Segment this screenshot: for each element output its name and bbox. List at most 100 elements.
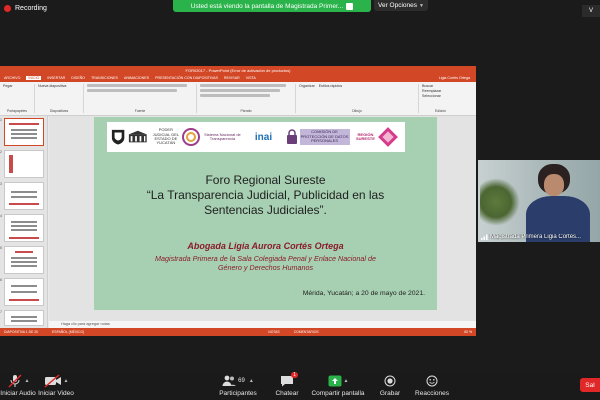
notes-pane[interactable]: Haga clic para agregar notas — [49, 321, 476, 328]
view-button[interactable]: V — [582, 5, 600, 17]
logo-caption: COMISIÓN DE PROTECCIÓN DE DATOS PERSONAL… — [299, 129, 350, 145]
reactions-button[interactable]: Reacciones — [414, 374, 450, 397]
share-screen-icon — [328, 375, 342, 387]
chevron-up-icon[interactable]: ▲ — [344, 378, 349, 384]
thumb-number: 5 — [0, 246, 2, 250]
ppt-tab[interactable]: DISEÑO — [71, 76, 85, 80]
ppt-tab-active[interactable]: INICIO — [26, 76, 42, 80]
ribbon-group-editing: Buscar Reemplazar Seleccionar Edición — [422, 84, 462, 113]
thumb-number: 6 — [0, 278, 2, 282]
ppt-tab[interactable]: INSERTAR — [47, 76, 65, 80]
current-slide[interactable]: PODER JUDICIAL DEL ESTADO DE YUCATÁN Sis… — [94, 117, 437, 310]
logos-banner: PODER JUDICIAL DEL ESTADO DE YUCATÁN Sis… — [107, 122, 405, 152]
video-plant — [480, 178, 520, 226]
ribbon-group-label: Dibujo — [352, 109, 362, 113]
ppt-window-title: FOR02017 - PowerPoint (Error de activaci… — [185, 67, 291, 73]
quick-styles-button[interactable]: Estilos rápidos — [319, 84, 342, 88]
slide-editing-stage: PODER JUDICIAL DEL ESTADO DE YUCATÁN Sis… — [49, 116, 476, 321]
slide-thumbnail[interactable] — [4, 214, 44, 242]
ppt-tab[interactable]: VISTA — [246, 76, 256, 80]
paste-button[interactable]: Pegar — [3, 84, 31, 88]
participant-video[interactable]: Magistrada Primera Ligia Cortés... — [478, 160, 600, 242]
thumb-number: 4 — [0, 214, 2, 218]
reactions-label: Reacciones — [415, 390, 449, 397]
status-slide-count: DIAPOSITIVA 1 DE 20 — [4, 330, 39, 334]
new-slide-button[interactable]: Nueva diapositiva — [38, 84, 80, 88]
screen-share-banner: Usted está viendo la pantalla de Magistr… — [173, 0, 371, 12]
organize-button[interactable]: Organizar — [299, 84, 315, 88]
status-notes-button[interactable]: NOTAS — [268, 330, 279, 334]
record-label: Grabar — [379, 390, 401, 397]
share-banner-text: Usted está viendo la pantalla de Magistr… — [190, 2, 344, 10]
share-banner-icon[interactable] — [346, 2, 354, 10]
status-comments-button[interactable]: COMENTARIOS — [294, 330, 319, 334]
start-video-button[interactable]: ▲ Iniciar Video — [36, 374, 76, 397]
snt-logo: Sistema Nacional de Transparencia — [181, 128, 244, 146]
select-button[interactable]: Seleccionar — [422, 94, 459, 98]
recording-indicator[interactable]: Recording — [4, 5, 47, 12]
region-sureste-logo: REGIÓN SURESTE — [352, 127, 401, 147]
chevron-down-icon: ▼ — [419, 2, 424, 9]
paragraph-controls[interactable] — [200, 84, 292, 97]
ppt-workspace: 1 2 3 4 5 6 7 PODER JUDICIAL DEL ESTADO … — [0, 116, 476, 328]
view-button-label: V — [588, 8, 593, 14]
recording-label: Recording — [15, 5, 47, 12]
participants-icon — [222, 375, 237, 386]
slide-thumbnail[interactable] — [4, 278, 44, 306]
share-screen-button[interactable]: ▲ Compartir pantalla — [310, 374, 366, 397]
ppt-status-bar: DIAPOSITIVA 1 DE 20 ESPAÑOL (MÉXICO) NOT… — [0, 328, 476, 336]
start-audio-button[interactable]: ▲ Iniciar Audio — [0, 374, 36, 397]
chevron-up-icon[interactable]: ▲ — [64, 378, 69, 384]
leave-meeting-label: Sal — [585, 381, 595, 389]
chevron-up-icon[interactable]: ▲ — [25, 378, 30, 384]
view-options-button[interactable]: Ver Opciones ▼ — [374, 0, 428, 11]
reactions-icon — [426, 374, 438, 388]
record-button[interactable]: Grabar — [376, 374, 404, 397]
video-person-face — [544, 174, 564, 196]
font-controls[interactable] — [87, 84, 193, 92]
chat-icon-wrap: 1 — [280, 372, 298, 388]
slide-title-line-1: Foro Regional Sureste — [205, 173, 326, 187]
ppt-tab[interactable]: ANIMACIONES — [124, 76, 149, 80]
slide-thumbnail[interactable] — [4, 310, 44, 326]
ppt-tab[interactable]: TRANSICIONES — [91, 76, 118, 80]
shared-screen: FOR02017 - PowerPoint (Error de activaci… — [0, 66, 476, 336]
participants-button[interactable]: 69 ▲ Participantes — [218, 374, 258, 397]
status-zoom[interactable]: 60 % — [464, 330, 472, 334]
slide-thumbnail[interactable] — [4, 150, 44, 178]
ppt-ribbon: Pegar Portapapeles Nueva diapositiva Dia… — [0, 82, 476, 116]
start-video-label: Iniciar Video — [38, 390, 74, 397]
slide-date: Mérida, Yucatán; a 20 de mayo de 2021. — [302, 290, 425, 297]
ribbon-group-font: Fuente — [87, 84, 197, 113]
slide-thumbnail[interactable] — [4, 182, 44, 210]
leave-meeting-button[interactable]: Sal — [580, 378, 600, 392]
microphone-muted-icon: ▲ — [7, 374, 30, 388]
share-screen-label: Compartir pantalla — [311, 390, 365, 397]
meeting-toolbar: ▲ Iniciar Audio ▲ Iniciar Video 69 ▲ Par… — [0, 372, 600, 400]
inai-logo: inai — [244, 132, 283, 143]
thumb-number: 3 — [0, 182, 2, 186]
recording-dot-icon — [4, 5, 11, 12]
ppt-tab[interactable]: REVISAR — [224, 76, 240, 80]
start-audio-label: Iniciar Audio — [0, 390, 36, 397]
ribbon-group-label: Párrafo — [240, 109, 252, 113]
status-language: ESPAÑOL (MÉXICO) — [52, 330, 85, 334]
slide-thumbnails-pane: 1 2 3 4 5 6 7 — [0, 116, 48, 328]
slide-thumbnail[interactable] — [4, 246, 44, 274]
ppt-tab[interactable]: PRESENTACIÓN CON DIAPOSITIVAS — [155, 76, 218, 80]
participants-icon-row: 69 ▲ — [222, 374, 254, 388]
ppt-tab[interactable]: ARCHIVO — [4, 76, 20, 80]
thumb-number: 1 — [0, 118, 2, 122]
chat-button[interactable]: 1 Chatear — [270, 372, 304, 397]
chat-unread-badge: 1 — [291, 372, 298, 378]
ribbon-group-drawing: Organizar Estilos rápidos Dibujo — [299, 84, 419, 113]
find-button[interactable]: Buscar — [422, 84, 459, 88]
ppt-ribbon-tabs: ARCHIVO INICIO INSERTAR DISEÑO TRANSICIO… — [0, 74, 476, 82]
replace-button[interactable]: Reemplazar — [422, 89, 459, 93]
slide-thumbnail-selected[interactable] — [4, 118, 44, 146]
chevron-up-icon[interactable]: ▲ — [249, 378, 254, 384]
logo-caption: PODER JUDICIAL DEL ESTADO DE YUCATÁN — [152, 127, 180, 146]
ribbon-group-label: Fuente — [134, 109, 146, 113]
slide-title-line-2: “La Transparencia Judicial, Publicidad e… — [146, 188, 385, 202]
signal-bars-icon — [481, 234, 488, 240]
